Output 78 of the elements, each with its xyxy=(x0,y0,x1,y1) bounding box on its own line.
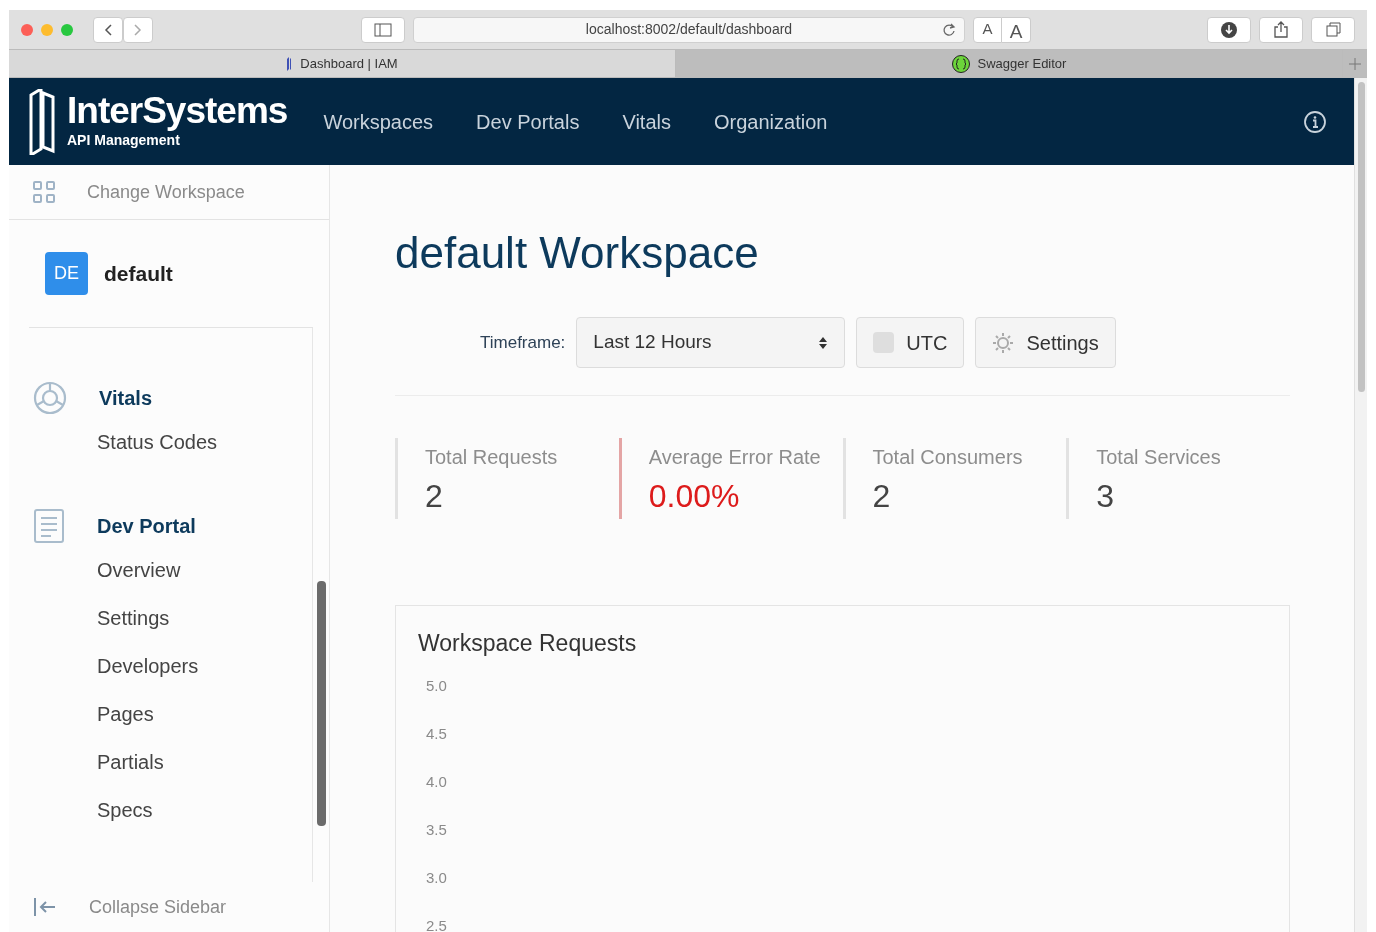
brand-name: InterSystems xyxy=(67,92,288,130)
new-tab-button[interactable] xyxy=(1343,50,1367,77)
brand-subtitle: API Management xyxy=(67,131,181,150)
document-icon xyxy=(33,509,65,543)
stat-label: Total Consumers xyxy=(872,445,1024,470)
nav-link[interactable]: Organization xyxy=(714,106,828,137)
utc-toggle[interactable]: UTC xyxy=(856,317,965,368)
sidebar-link[interactable]: Settings xyxy=(9,594,312,642)
close-window-icon[interactable] xyxy=(21,23,33,36)
forward-button[interactable] xyxy=(123,16,153,43)
address-bar[interactable]: localhost:8002/default/dashboard xyxy=(413,16,965,43)
collapse-sidebar-link[interactable]: Collapse Sidebar xyxy=(9,882,329,932)
nav-link[interactable]: Dev Portals xyxy=(476,106,580,137)
downloads-button[interactable] xyxy=(1207,16,1251,43)
stat-label: Total Services xyxy=(1096,445,1222,470)
logo-icon xyxy=(29,88,55,155)
section-title[interactable]: Vitals xyxy=(99,383,152,413)
section-title[interactable]: Dev Portal xyxy=(97,511,196,541)
sidebar-link[interactable]: Specs xyxy=(9,786,312,834)
browser-tab[interactable]: Swagger Editor xyxy=(676,50,1343,77)
reload-icon[interactable] xyxy=(942,22,956,37)
larger-text-button[interactable]: A xyxy=(1002,16,1031,43)
y-axis-label: 4.0 xyxy=(426,771,448,791)
info-icon[interactable] xyxy=(1304,110,1326,133)
chart-title: Workspace Requests xyxy=(418,629,638,658)
page-title: default Workspace xyxy=(395,227,760,279)
share-button[interactable] xyxy=(1259,16,1303,43)
maximize-window-icon[interactable] xyxy=(61,23,73,36)
y-axis-label: 4.5 xyxy=(426,723,448,743)
timeframe-label: Timeframe: xyxy=(480,331,566,354)
braces-icon xyxy=(951,54,970,73)
plus-icon xyxy=(1349,57,1361,70)
stat-value: 2 xyxy=(425,477,444,516)
y-axis-label: 2.5 xyxy=(426,915,448,932)
download-icon xyxy=(1221,21,1237,38)
logo-icon xyxy=(286,56,293,71)
lifebuoy-icon xyxy=(33,381,67,415)
nav-link[interactable]: Vitals xyxy=(622,106,671,137)
y-axis-label: 3.5 xyxy=(426,819,448,839)
chevron-left-icon xyxy=(104,23,112,36)
share-icon xyxy=(1274,21,1288,38)
tabs-icon xyxy=(1325,22,1341,37)
smaller-text-button[interactable]: A xyxy=(973,16,1002,43)
utc-label: UTC xyxy=(906,330,948,356)
workspace-badge: DE xyxy=(45,252,88,295)
collapse-left-icon xyxy=(33,897,57,917)
nav-link[interactable]: Workspaces xyxy=(323,106,434,137)
stat-value: 0.00% xyxy=(648,477,741,516)
tab-title: Swagger Editor xyxy=(977,54,1067,73)
minimize-window-icon[interactable] xyxy=(41,23,53,36)
grid-icon xyxy=(33,181,55,203)
scrollbar-thumb[interactable] xyxy=(1357,82,1365,392)
settings-button[interactable]: Settings xyxy=(975,317,1116,368)
url-text: localhost:8002/default/dashboard xyxy=(585,20,793,39)
sidebar-link[interactable]: Partials xyxy=(9,738,312,786)
sidebar-link[interactable]: Developers xyxy=(9,642,312,690)
chevron-right-icon xyxy=(134,23,142,36)
timeframe-select[interactable]: Last 12 Hours xyxy=(576,317,846,368)
stat-value: 2 xyxy=(872,477,892,516)
scrollbar-thumb[interactable] xyxy=(317,581,326,826)
y-axis-label: 3.0 xyxy=(426,867,448,887)
sidebar-link[interactable]: Status Codes xyxy=(9,418,312,466)
tab-title: Dashboard | IAM xyxy=(300,54,398,73)
sidebar-toggle-button[interactable] xyxy=(361,16,405,43)
y-axis-label: 5.0 xyxy=(426,675,448,695)
workspace-name: default xyxy=(104,260,173,287)
stat-label: Total Requests xyxy=(425,445,559,470)
tabs-button[interactable] xyxy=(1311,16,1355,43)
stat-value: 3 xyxy=(1096,477,1116,516)
back-button[interactable] xyxy=(93,16,123,43)
stat-label: Average Error Rate xyxy=(648,445,822,470)
change-workspace-link[interactable]: Change Workspace xyxy=(9,165,329,220)
sidebar-icon xyxy=(374,22,392,37)
sort-icon xyxy=(818,335,829,350)
browser-tab[interactable]: Dashboard | IAM xyxy=(9,50,676,77)
sidebar-link[interactable]: Overview xyxy=(9,546,312,594)
sidebar-link[interactable]: Pages xyxy=(9,690,312,738)
settings-icon xyxy=(992,331,1015,354)
